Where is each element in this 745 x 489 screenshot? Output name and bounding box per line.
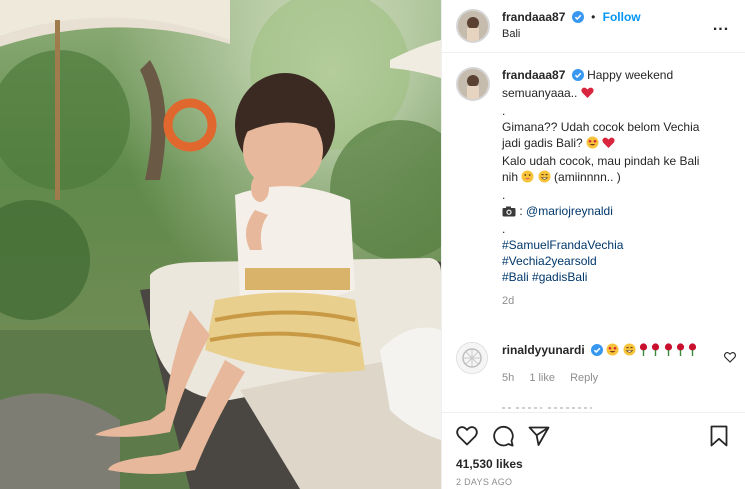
tongue-emoji-icon xyxy=(521,170,534,187)
caption-dot-2: . xyxy=(502,188,506,202)
reply-button[interactable]: Reply xyxy=(570,372,598,384)
post-header: frandaaa87 • Follow Bali ... xyxy=(442,0,745,53)
credit-handle-link[interactable]: @mariojreynaldi xyxy=(526,204,613,218)
share-icon[interactable] xyxy=(528,426,550,446)
caption-dot-3: . xyxy=(502,222,506,236)
separator-dot: • xyxy=(591,10,596,24)
comment-like-heart-icon[interactable] xyxy=(724,352,736,366)
hashtag-link[interactable]: #gadisBali xyxy=(532,270,587,284)
instagram-post: frandaaa87 • Follow Bali ... frandaaa87 … xyxy=(0,0,745,489)
header-text: frandaaa87 • Follow Bali xyxy=(502,10,709,42)
caption-avatar[interactable] xyxy=(456,67,490,101)
commenter-username[interactable]: rinaldyyunardi xyxy=(502,343,585,357)
caption: frandaaa87 Happy weekend semuanyaaa.. . … xyxy=(442,53,745,309)
rose-emoji-icon xyxy=(639,343,648,360)
caption-dot-1: . xyxy=(502,104,506,118)
caption-line-1: Happy weekend xyxy=(587,68,674,82)
post-photo-image xyxy=(0,0,441,489)
likes-count[interactable]: 41,530 likes xyxy=(456,457,734,471)
grin-emoji-icon xyxy=(538,170,551,187)
comment-likes[interactable]: 1 like xyxy=(529,372,555,384)
commenter-avatar-image xyxy=(457,343,487,373)
post-date[interactable]: 2 DAYS AGO xyxy=(456,477,734,487)
hashtag-link[interactable]: #SamuelFrandaVechia xyxy=(502,238,623,252)
comment-icon[interactable] xyxy=(492,425,514,447)
caption-line-6a: nih xyxy=(502,170,519,184)
caption-line-3: Gimana?? Udah cocok belom Vechia xyxy=(502,120,700,134)
verified-icon xyxy=(591,344,604,360)
caption-age[interactable]: 2d xyxy=(502,293,722,309)
grin-emoji-icon xyxy=(623,343,636,360)
author-avatar-image xyxy=(458,11,488,41)
post-location[interactable]: Bali xyxy=(502,27,709,42)
post-photo[interactable] xyxy=(0,0,441,489)
author-username[interactable]: frandaaa87 xyxy=(502,10,565,24)
comment: rinaldyyunardi 5h 1 like Reply xyxy=(456,342,736,386)
post-actions: 41,530 likes 2 DAYS AGO xyxy=(442,412,745,487)
comment-body: rinaldyyunardi 5h 1 like Reply xyxy=(502,342,736,386)
caption-line-5: Kalo udah cocok, mau pindah ke Bali xyxy=(502,154,700,168)
caption-line-6b: (amiinnnn.. ) xyxy=(554,170,621,184)
heart-emoji-icon xyxy=(581,87,594,103)
heart-emoji-icon xyxy=(602,137,615,153)
caption-line-4: jadi gadis Bali? xyxy=(502,136,583,150)
verified-icon xyxy=(571,69,584,85)
hashtag-link[interactable]: #Vechia2yearsold xyxy=(502,254,597,268)
save-icon[interactable] xyxy=(710,425,728,447)
camera-icon xyxy=(502,205,516,221)
comment-time[interactable]: 5h xyxy=(502,372,514,384)
caption-username[interactable]: frandaaa87 xyxy=(502,68,565,82)
follow-button[interactable]: Follow xyxy=(603,10,641,24)
commenter-avatar[interactable] xyxy=(456,342,488,374)
heart-icon[interactable] xyxy=(456,426,478,446)
caption-body: frandaaa87 Happy weekend semuanyaaa.. . … xyxy=(502,67,722,309)
author-avatar[interactable] xyxy=(456,9,490,43)
caption-avatar-image xyxy=(458,69,488,99)
verified-icon xyxy=(571,11,584,27)
credit-prefix: : xyxy=(519,204,527,218)
heart-eyes-emoji-icon xyxy=(586,136,599,153)
post-sidebar: frandaaa87 • Follow Bali ... frandaaa87 … xyxy=(441,0,745,489)
rose-emoji-icon xyxy=(688,343,697,360)
rose-emoji-icon xyxy=(664,343,673,360)
rose-emoji-icon xyxy=(676,343,685,360)
more-options-button[interactable]: ... xyxy=(709,17,733,35)
heart-eyes-emoji-icon xyxy=(606,343,619,360)
rose-emoji-icon xyxy=(651,343,660,360)
caption-line-2: semuanyaaa.. xyxy=(502,86,578,100)
hashtag-link[interactable]: #Bali xyxy=(502,270,529,284)
